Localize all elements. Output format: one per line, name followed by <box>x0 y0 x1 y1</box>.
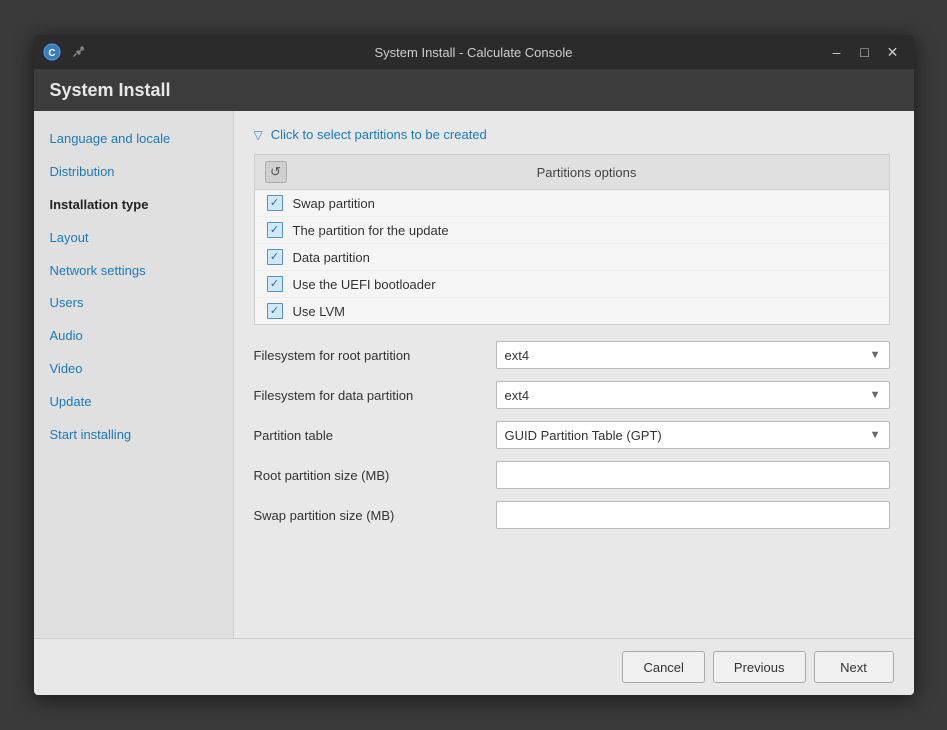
swap-size-label: Swap partition size (MB) <box>254 508 484 523</box>
fs-root-select[interactable]: ext4 ▼ <box>496 341 890 369</box>
form-row-swap-size: Swap partition size (MB) <box>254 501 890 529</box>
partition-label-update: The partition for the update <box>293 223 449 238</box>
root-size-input[interactable] <box>496 461 890 489</box>
fs-root-label: Filesystem for root partition <box>254 348 484 363</box>
sidebar-item-audio[interactable]: Audio <box>34 320 233 353</box>
partition-row-data: Data partition <box>255 244 889 271</box>
section-title-link[interactable]: Click to select partitions to be created <box>271 127 487 142</box>
maximize-button[interactable]: □ <box>852 41 878 63</box>
sidebar-item-update[interactable]: Update <box>34 386 233 419</box>
partition-checkbox-swap[interactable] <box>267 195 283 211</box>
partitions-header: ↺ Partitions options <box>255 155 889 190</box>
cancel-button[interactable]: Cancel <box>622 651 704 683</box>
sidebar-item-users[interactable]: Users <box>34 287 233 320</box>
titlebar-icons: C <box>42 42 88 62</box>
window-title: System Install - Calculate Console <box>375 45 573 60</box>
content-area: Language and locale Distribution Install… <box>34 111 914 638</box>
triangle-icon: ▽ <box>254 128 263 142</box>
partition-checkbox-data[interactable] <box>267 249 283 265</box>
form-row-fs-root: Filesystem for root partition ext4 ▼ <box>254 341 890 369</box>
partition-table-value: GUID Partition Table (GPT) <box>505 428 662 443</box>
fs-root-value: ext4 <box>505 348 530 363</box>
sidebar-item-layout[interactable]: Layout <box>34 222 233 255</box>
swap-size-input[interactable] <box>496 501 890 529</box>
svg-text:C: C <box>48 48 55 59</box>
partitions-header-title: Partitions options <box>295 165 879 180</box>
sidebar-item-video[interactable]: Video <box>34 353 233 386</box>
form-row-fs-data: Filesystem for data partition ext4 ▼ <box>254 381 890 409</box>
sidebar-item-language-locale[interactable]: Language and locale <box>34 123 233 156</box>
partition-row-update: The partition for the update <box>255 217 889 244</box>
partition-row-uefi: Use the UEFI bootloader <box>255 271 889 298</box>
header-bar: System Install <box>34 69 914 111</box>
partition-row-swap: Swap partition <box>255 190 889 217</box>
form-row-root-size: Root partition size (MB) <box>254 461 890 489</box>
fs-data-label: Filesystem for data partition <box>254 388 484 403</box>
close-button[interactable]: ✕ <box>880 41 906 63</box>
form-grid: Filesystem for root partition ext4 ▼ Fil… <box>254 341 890 529</box>
fs-data-arrow: ▼ <box>870 389 881 401</box>
minimize-button[interactable]: – <box>824 41 850 63</box>
partition-table-arrow: ▼ <box>870 429 881 441</box>
partition-table-label: Partition table <box>254 428 484 443</box>
form-row-partition-table: Partition table GUID Partition Table (GP… <box>254 421 890 449</box>
previous-button[interactable]: Previous <box>713 651 806 683</box>
main-window: C System Install - Calculate Console – □… <box>34 35 914 695</box>
titlebar: C System Install - Calculate Console – □… <box>34 35 914 69</box>
partitions-box: ↺ Partitions options Swap partition The … <box>254 154 890 325</box>
section-header: ▽ Click to select partitions to be creat… <box>254 127 890 142</box>
partition-checkbox-update[interactable] <box>267 222 283 238</box>
footer: Cancel Previous Next <box>34 638 914 695</box>
partition-table-select[interactable]: GUID Partition Table (GPT) ▼ <box>496 421 890 449</box>
scroll-area: ▽ Click to select partitions to be creat… <box>254 127 894 622</box>
partition-label-uefi: Use the UEFI bootloader <box>293 277 436 292</box>
partition-checkbox-uefi[interactable] <box>267 276 283 292</box>
main-content: ▽ Click to select partitions to be creat… <box>234 111 914 638</box>
root-size-label: Root partition size (MB) <box>254 468 484 483</box>
fs-data-value: ext4 <box>505 388 530 403</box>
wrench-icon <box>68 42 88 62</box>
refresh-button[interactable]: ↺ <box>265 161 287 183</box>
fs-root-arrow: ▼ <box>870 349 881 361</box>
fs-data-select[interactable]: ext4 ▼ <box>496 381 890 409</box>
sidebar: Language and locale Distribution Install… <box>34 111 234 638</box>
app-title: System Install <box>50 80 171 101</box>
window-controls: – □ ✕ <box>824 41 906 63</box>
sidebar-item-network-settings[interactable]: Network settings <box>34 255 233 288</box>
partition-label-lvm: Use LVM <box>293 304 346 319</box>
partition-checkbox-lvm[interactable] <box>267 303 283 319</box>
sidebar-item-start-installing[interactable]: Start installing <box>34 419 233 452</box>
next-button[interactable]: Next <box>814 651 894 683</box>
sidebar-item-installation-type[interactable]: Installation type <box>34 189 233 222</box>
sidebar-item-distribution[interactable]: Distribution <box>34 156 233 189</box>
app-icon: C <box>42 42 62 62</box>
partition-row-lvm: Use LVM <box>255 298 889 324</box>
partition-label-data: Data partition <box>293 250 370 265</box>
partition-label-swap: Swap partition <box>293 196 375 211</box>
